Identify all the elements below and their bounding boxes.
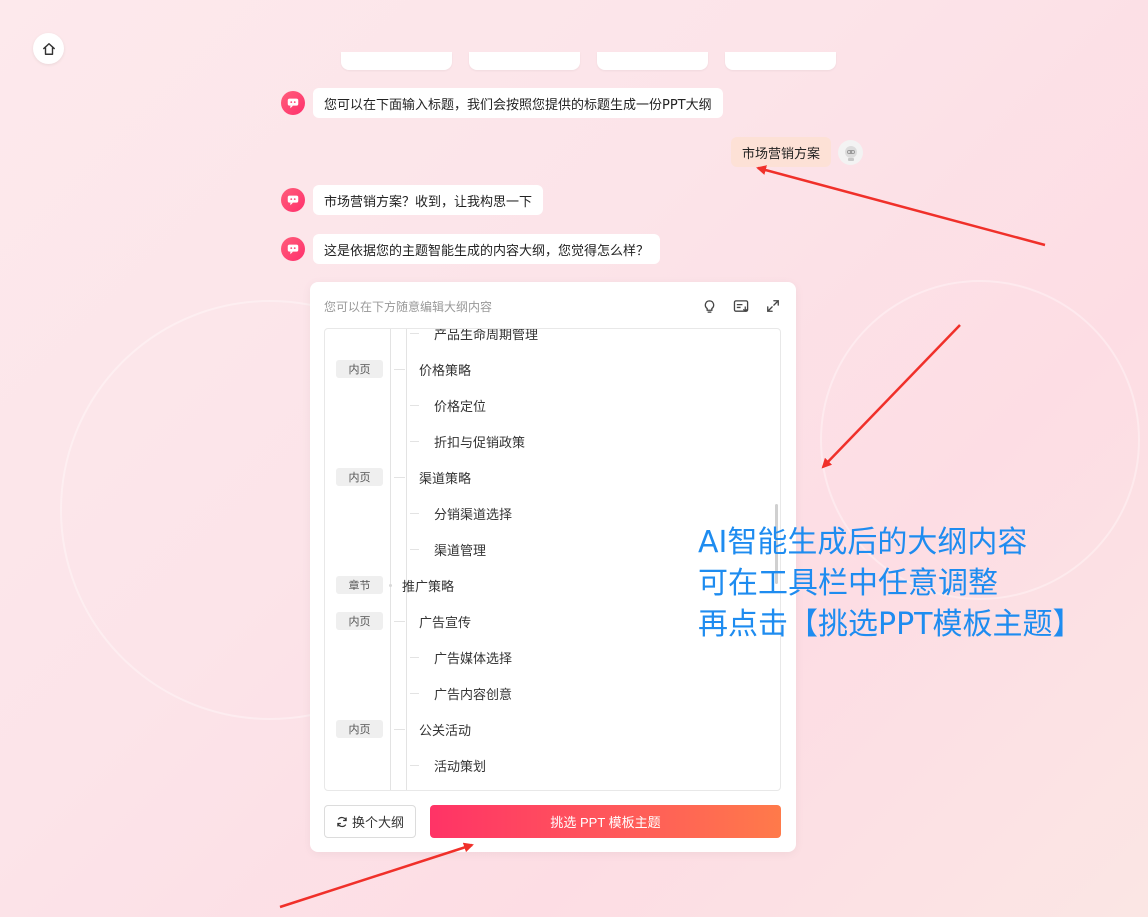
expand-icon[interactable] bbox=[764, 297, 782, 315]
bot-message: 您可以在下面输入标题，我们会按照您提供的标题生成一份PPT大纲 bbox=[281, 88, 723, 118]
arrow-to-user-message bbox=[756, 165, 1046, 247]
user-avatar bbox=[838, 140, 863, 165]
outline-node-text[interactable]: 活动策划 bbox=[434, 756, 486, 775]
arrow-to-pick-button bbox=[279, 842, 474, 909]
change-outline-button[interactable]: 换个大纲 bbox=[324, 805, 416, 838]
bot-message: 这是依据您的主题智能生成的内容大纲，您觉得怎么样？ bbox=[281, 234, 661, 264]
outline-node[interactable]: 分销渠道选择 bbox=[325, 502, 780, 524]
outline-toolbar bbox=[700, 297, 782, 315]
annotation-line: 再点击【挑选PPT模板主题】 bbox=[698, 607, 1083, 642]
outline-node[interactable]: 价格定位 bbox=[325, 394, 780, 416]
bot-message-text: 您可以在下面输入标题，我们会按照您提供的标题生成一份PPT大纲 bbox=[313, 88, 723, 118]
outline-node-text[interactable]: 广告内容创意 bbox=[434, 684, 512, 703]
suggestion-chip[interactable] bbox=[725, 52, 836, 70]
bulb-icon[interactable] bbox=[700, 297, 718, 315]
outline-node-text[interactable]: 价格策略 bbox=[419, 360, 471, 379]
bot-message-text: 市场营销方案？收到，让我构思一下 bbox=[313, 185, 544, 215]
tree-connector bbox=[410, 657, 419, 658]
annotation-line: 可在工具栏中任意调整 bbox=[698, 566, 998, 601]
tree-connector bbox=[394, 477, 405, 478]
outline-node-text[interactable]: 广告宣传 bbox=[419, 612, 471, 631]
tree-node-dot bbox=[389, 584, 392, 587]
tree-connector bbox=[410, 765, 419, 766]
bot-avatar bbox=[281, 188, 305, 212]
outline-node-tag: 内页 bbox=[336, 468, 383, 486]
outline-node-tag: 内页 bbox=[336, 360, 383, 378]
pick-template-button[interactable]: 挑选 PPT 模板主题 bbox=[430, 805, 781, 838]
change-outline-label: 换个大纲 bbox=[351, 815, 404, 830]
bot-avatar bbox=[281, 237, 305, 261]
outline-node-text[interactable]: 渠道管理 bbox=[434, 540, 486, 559]
suggestion-chip[interactable] bbox=[341, 52, 452, 70]
suggestion-chip[interactable] bbox=[469, 52, 580, 70]
tree-connector bbox=[410, 693, 419, 694]
outline-node-text[interactable]: 广告媒体选择 bbox=[434, 648, 512, 667]
outline-node-text[interactable]: 分销渠道选择 bbox=[434, 504, 512, 523]
suggestion-chips bbox=[341, 52, 836, 70]
robot-avatar-icon bbox=[844, 145, 857, 161]
bot-message: 市场营销方案？收到，让我构思一下 bbox=[281, 185, 544, 215]
suggestion-chip[interactable] bbox=[597, 52, 708, 70]
tree-connector bbox=[410, 405, 419, 406]
outline-node[interactable]: 广告内容创意 bbox=[325, 682, 780, 704]
tree-connector bbox=[410, 549, 419, 550]
outline-node-text[interactable]: 渠道策略 bbox=[419, 468, 471, 487]
chat-bot-icon bbox=[287, 98, 299, 109]
format-list-icon[interactable] bbox=[732, 297, 750, 315]
chat-bot-icon bbox=[287, 195, 299, 206]
outline-node-text[interactable]: 折扣与促销政策 bbox=[434, 432, 525, 451]
outline-node-text[interactable]: 产品生命周期管理 bbox=[434, 329, 538, 343]
tree-connector bbox=[410, 333, 419, 334]
bot-avatar bbox=[281, 91, 305, 115]
outline-node[interactable]: 内页 公关活动 bbox=[325, 718, 780, 740]
outline-card-header: 您可以在下方随意编辑大纲内容 bbox=[324, 296, 782, 316]
outline-hint: 您可以在下方随意编辑大纲内容 bbox=[324, 299, 493, 314]
outline-node[interactable]: 广告媒体选择 bbox=[325, 646, 780, 668]
tree-connector bbox=[410, 441, 419, 442]
outline-node-tag: 内页 bbox=[336, 720, 383, 738]
annotation-text: AI智能生成后的大纲内容 可在工具栏中任意调整 再点击【挑选PPT模板主题】 bbox=[698, 522, 1083, 645]
outline-node-tag: 内页 bbox=[336, 612, 383, 630]
refresh-icon bbox=[337, 816, 347, 827]
chat-bot-icon bbox=[287, 244, 299, 255]
outline-node-tag: 章节 bbox=[336, 576, 383, 594]
home-button[interactable] bbox=[33, 33, 64, 64]
outline-node[interactable]: 折扣与促销政策 bbox=[325, 430, 780, 452]
outline-node[interactable]: 产品生命周期管理 bbox=[325, 329, 780, 344]
outline-node-text[interactable]: 推广策略 bbox=[402, 576, 454, 595]
annotation-line: AI智能生成后的大纲内容 bbox=[698, 525, 1028, 560]
tree-connector bbox=[410, 513, 419, 514]
tree-connector bbox=[394, 729, 405, 730]
home-icon bbox=[42, 42, 55, 55]
outline-node[interactable]: 内页 渠道策略 bbox=[325, 466, 780, 488]
outline-node-text[interactable]: 公关活动 bbox=[419, 720, 471, 739]
bot-message-text: 这是依据您的主题智能生成的内容大纲，您觉得怎么样？ bbox=[313, 234, 661, 264]
outline-node[interactable]: 内页 价格策略 bbox=[325, 358, 780, 380]
outline-node[interactable]: 活动策划 bbox=[325, 754, 780, 776]
outline-node-text[interactable]: 价格定位 bbox=[434, 396, 486, 415]
tree-connector bbox=[394, 621, 405, 622]
user-message-text: 市场营销方案 bbox=[731, 137, 832, 167]
tree-connector bbox=[394, 369, 405, 370]
